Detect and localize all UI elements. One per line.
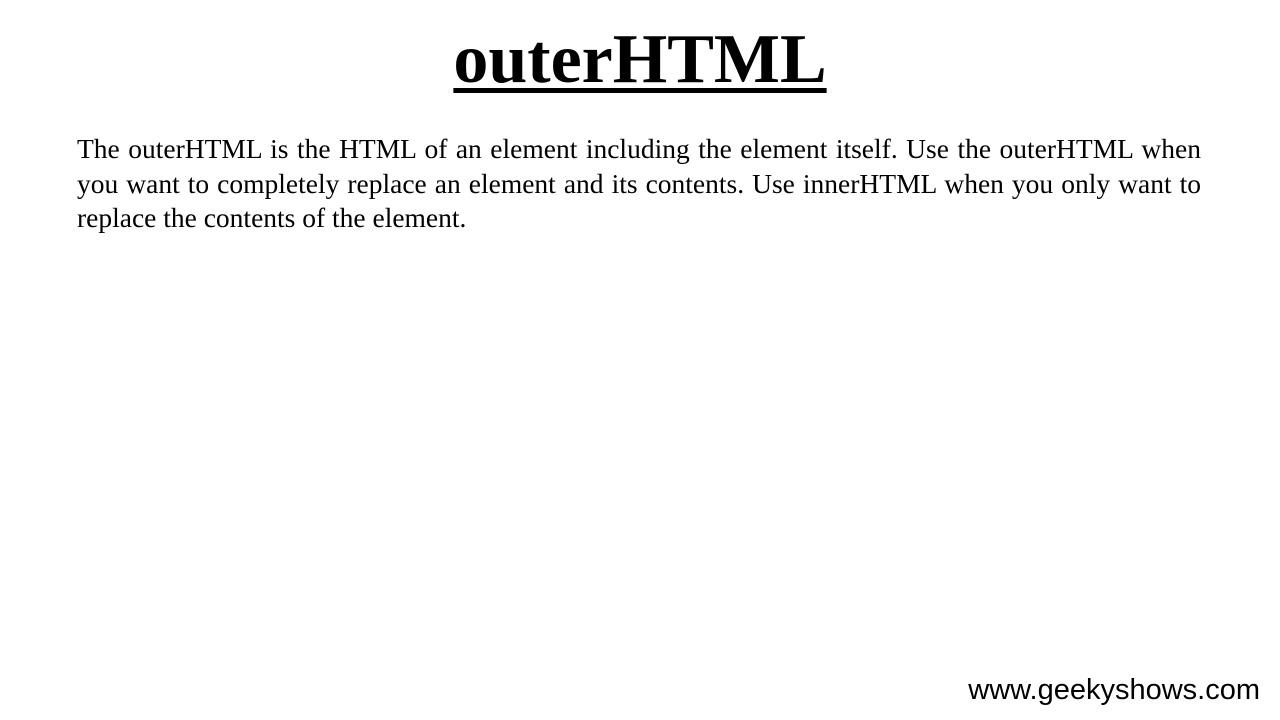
slide: outerHTML The outerHTML is the HTML of a…: [0, 0, 1280, 720]
footer-website-url: www.geekyshows.com: [968, 674, 1260, 706]
slide-body-text: The outerHTML is the HTML of an element …: [77, 133, 1201, 233]
slide-title: outerHTML: [453, 21, 827, 98]
